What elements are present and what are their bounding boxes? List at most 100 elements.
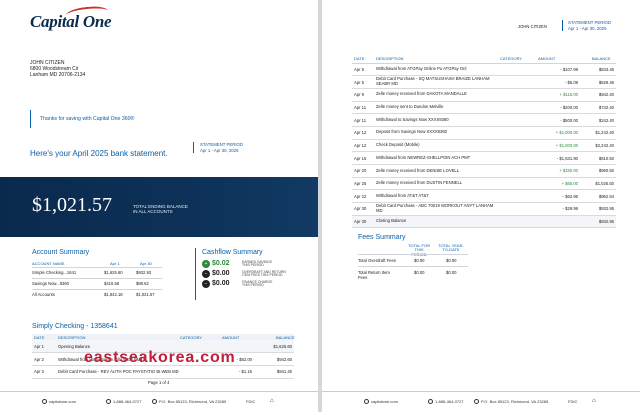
tx-amount: + $65.00 xyxy=(536,177,580,191)
minus-icon: − xyxy=(202,270,210,278)
divider xyxy=(358,266,468,267)
col-total-ytd: TOTAL YEAR-TO-DATE xyxy=(438,243,464,253)
table-row: Apr 11 Zelle money sent to Dundon Melvill… xyxy=(352,101,616,115)
table-row: All Accounts $1,842.18 $1,021.57 xyxy=(32,289,162,300)
col-description: DESCRIPTION xyxy=(376,56,404,61)
cashflow-label-line: ITEM FEES THIS PERIOD xyxy=(242,273,283,278)
header-account-name: JOHN CITIZEN xyxy=(518,24,547,29)
tx-balance: $942.60 xyxy=(254,352,294,366)
statement-page-2: JOHN CITIZEN STATEMENT PERIOD Apr 1 - Ap… xyxy=(322,0,640,412)
tx-category xyxy=(498,202,536,216)
cashflow-divider xyxy=(195,248,196,300)
tx-balance: $828.46 xyxy=(580,75,616,89)
tx-date: Apr 12 xyxy=(352,139,374,153)
table-row: Apr 15 Withdrawal from NEWREZ-SHELLPOIN A… xyxy=(352,151,616,165)
account-apr30: $932.93 xyxy=(136,270,152,275)
tx-amount: - $1,631.90 xyxy=(536,151,580,165)
tx-balance: $932.95 xyxy=(580,215,616,229)
plus-icon: + xyxy=(202,260,210,268)
cashflow-label: OVERDRAFT AND RETURN ITEM FEES THIS PERI… xyxy=(242,270,286,279)
cashflow-label-line: THIS PERIOD xyxy=(242,263,264,268)
tx-description: Debit Card Purchase - SQ MATSUSHASH BRAI… xyxy=(374,75,498,89)
account-name: All Accounts xyxy=(32,292,55,297)
table-row: Apr 12 Deposit from Savings Now XXXX9360 +… xyxy=(352,126,616,140)
tx-balance: $2,242.40 xyxy=(580,139,616,153)
col-apr30: Apr 30 xyxy=(140,261,152,266)
tx-balance: $1,242.40 xyxy=(580,126,616,140)
tx-description: Withdrawal from NEWREZ-SHELLPOIN ACH PMT xyxy=(374,151,498,165)
equal-housing-icon: ⌂ xyxy=(270,398,274,404)
tx-balance: $932.95 xyxy=(580,202,616,216)
fee-period: $0.00 xyxy=(414,258,425,263)
tx-date: Apr 25 xyxy=(352,177,374,191)
tx-amount: - $1.15 xyxy=(214,365,254,379)
tx-date: Apr 12 xyxy=(352,126,374,140)
tx-amount: - $500.00 xyxy=(536,113,580,127)
tx-category xyxy=(184,365,214,379)
tx-amount: + $150.00 xyxy=(536,164,580,178)
cashflow-amount: $0.00 xyxy=(212,280,230,287)
statement-headline: Here's your April 2025 bank statement. xyxy=(30,149,168,158)
tx-amount xyxy=(536,215,580,229)
footer-site-text: capitalone.com xyxy=(49,399,76,404)
table-row: Apr 30 Closing Balance $932.95 xyxy=(352,215,616,229)
account-apr1: $416.58 xyxy=(104,281,120,286)
tx-category xyxy=(498,139,536,153)
tx-amount: - $200.00 xyxy=(536,101,580,115)
statement-period-value: Apr 1 - Apr 30, 2025 xyxy=(568,25,607,31)
cashflow-summary-title: Cashflow Summary xyxy=(202,249,263,256)
col-date: DATE xyxy=(354,56,365,61)
tx-balance: $1,625.60 xyxy=(254,340,294,354)
col-category: CATEGORY xyxy=(180,335,203,340)
footer-address: P.O. Box 85123, Richmond, VA 23285 xyxy=(152,399,226,405)
footer-site[interactable]: capitalone.com xyxy=(42,399,76,405)
address-line: Lanham MD 20706-2134 xyxy=(30,72,86,78)
phone-icon xyxy=(428,399,433,405)
page-number: Page 1 of 4 xyxy=(148,380,170,385)
table-row: Apr 20 Zelle money received from DENISE L… xyxy=(352,164,616,178)
table-row: Apr 12 Check Deposit (Mobile) + $1,000.00 $… xyxy=(352,139,616,153)
col-description: DESCRIPTION xyxy=(58,335,86,340)
table-row: Apr 5 Debit Card Purchase - SQ MATSUSHASH… xyxy=(352,75,616,89)
tx-amount: - $29.99 xyxy=(536,202,580,216)
tx-date: Apr 3 xyxy=(32,365,56,379)
tx-date: Apr 9 xyxy=(352,88,374,102)
tx-date: Apr 1 xyxy=(32,340,56,354)
tx-balance: $960.50 xyxy=(580,164,616,178)
col-balance: BALANCE xyxy=(276,335,295,340)
tx-amount: + $115.00 xyxy=(536,88,580,102)
table-row: Apr 25 Zelle money received from DUSTIN F… xyxy=(352,177,616,191)
tx-category xyxy=(498,151,536,165)
transactions-table: Apr 5 Withdrawal from ATGPay Online Pu AT… xyxy=(352,63,616,229)
footer-site[interactable]: capitalone.com xyxy=(364,399,398,405)
table-row: Apr 3 Debit Card Purchase - REV AUTH POC… xyxy=(32,365,294,379)
tx-category xyxy=(498,215,536,229)
col-balance: BALANCE xyxy=(592,56,611,61)
watermark-text: eastseakorea.com xyxy=(84,349,236,366)
tx-date: Apr 5 xyxy=(352,63,374,77)
tx-balance: $742.40 xyxy=(580,101,616,115)
cashflow-amount: $0.02 xyxy=(212,260,230,267)
col-date: DATE xyxy=(34,335,45,340)
globe-icon xyxy=(42,399,47,405)
statement-period: STATEMENT PERIOD Apr 1 - Apr 30, 2025 xyxy=(562,20,611,31)
divider xyxy=(352,63,616,64)
tx-amount: + $1,000.00 xyxy=(536,126,580,140)
table-row: Apr 5 Withdrawal from ATGPay Online Pu AT… xyxy=(352,63,616,77)
tx-balance: $962.94 xyxy=(580,189,616,204)
footer-address: P.O. Box 85123, Richmond, VA 23285 xyxy=(474,399,548,405)
cashflow-label: FINANCE CHARGE THIS PERIOD xyxy=(242,280,282,289)
fee-period: $0.00 xyxy=(414,270,425,275)
tx-description: Check Deposit (Mobile) xyxy=(374,139,498,153)
cashflow-label: EARNED SAVINGS THIS PERIOD xyxy=(242,260,282,269)
tx-date: Apr 11 xyxy=(352,101,374,115)
tx-description: Zelle money received from DUSTIN FENNELL xyxy=(374,177,498,191)
footer-phone-text: 1-888-464-0727 xyxy=(435,399,464,404)
cashflow-label-line: THIS PERIOD xyxy=(242,283,264,288)
tx-description: Debit Card Purchase - ABC 70019 WORKOUT … xyxy=(374,202,498,216)
tx-date: Apr 20 xyxy=(352,164,374,178)
mailing-address: JOHN CITIZEN 6800 Woodstream Cir Lanham … xyxy=(30,60,85,78)
table-row: Savings Now...9360 $416.58 $88.62 xyxy=(32,278,162,289)
account-name: Savings Now...9360 xyxy=(32,281,70,286)
fee-ytd: $0.00 xyxy=(446,258,457,263)
